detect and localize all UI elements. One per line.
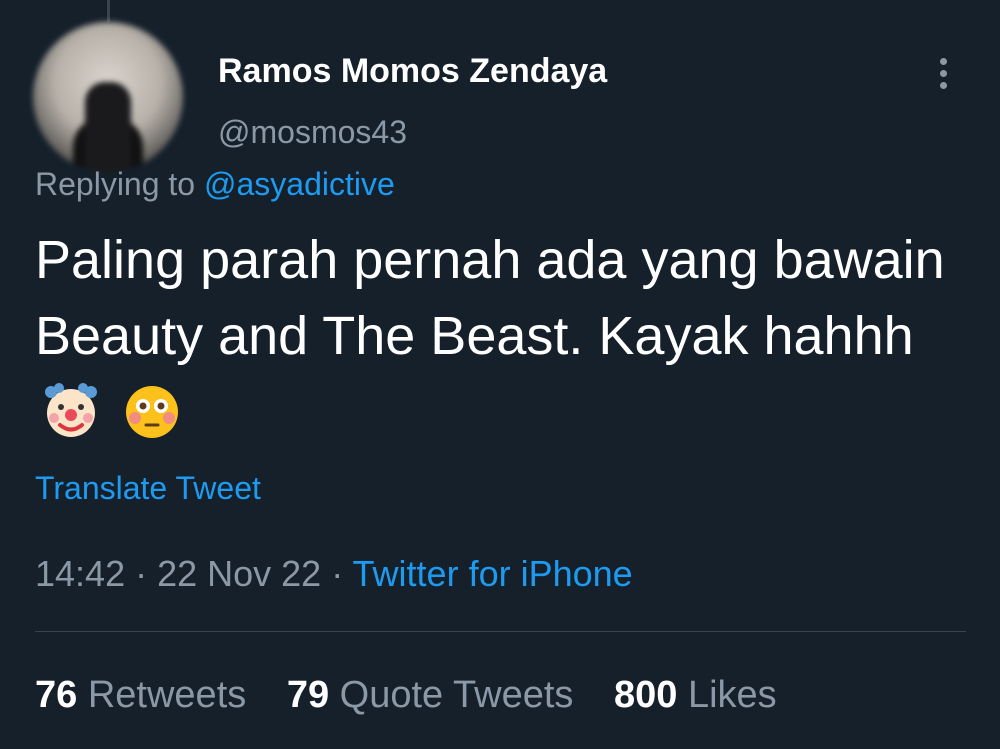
meta-separator: ·: [321, 553, 353, 594]
quote-tweets-count: 79: [286, 674, 330, 716]
likes-stat[interactable]: 800 Likes: [614, 674, 777, 716]
author-display-name[interactable]: Ramos Momos Zendaya: [218, 52, 607, 91]
likes-label: Likes: [687, 674, 777, 716]
likes-count: 800: [614, 674, 678, 716]
avatar[interactable]: [33, 22, 183, 172]
tweet-source-link[interactable]: Twitter for iPhone: [353, 553, 633, 594]
replying-to-line: Replying to @asyadictive: [35, 166, 395, 203]
tweet-date[interactable]: 22 Nov 22: [157, 553, 321, 594]
author-handle[interactable]: @mosmos43: [218, 114, 407, 151]
retweets-label: Retweets: [87, 674, 247, 716]
quote-tweets-label: Quote Tweets: [339, 674, 574, 716]
tweet-meta: 14:42 · 22 Nov 22 · Twitter for iPhone: [35, 553, 633, 595]
replying-to-label: Replying to: [35, 166, 196, 202]
thread-connector-line: [107, 0, 110, 22]
meta-separator: ·: [125, 553, 158, 594]
quote-tweets-stat[interactable]: 79 Quote Tweets: [287, 674, 574, 716]
retweets-stat[interactable]: 76 Retweets: [35, 674, 246, 716]
retweets-count: 76: [35, 674, 78, 716]
tweet-body: Paling parah pernah ada yang bawain Beau…: [35, 230, 945, 366]
more-options-icon[interactable]: [925, 50, 961, 96]
tweet-text: Paling parah pernah ada yang bawain Beau…: [35, 222, 965, 450]
reply-mention-link[interactable]: @asyadictive: [204, 166, 395, 202]
divider: [35, 631, 966, 632]
tweet-stats: 76 Retweets 79 Quote Tweets 800 Likes: [35, 674, 807, 717]
tweet-time[interactable]: 14:42: [35, 553, 125, 594]
flushed-face-emoji: [126, 386, 179, 438]
translate-tweet-link[interactable]: Translate Tweet: [35, 470, 261, 507]
clown-face-emoji: [45, 383, 97, 437]
